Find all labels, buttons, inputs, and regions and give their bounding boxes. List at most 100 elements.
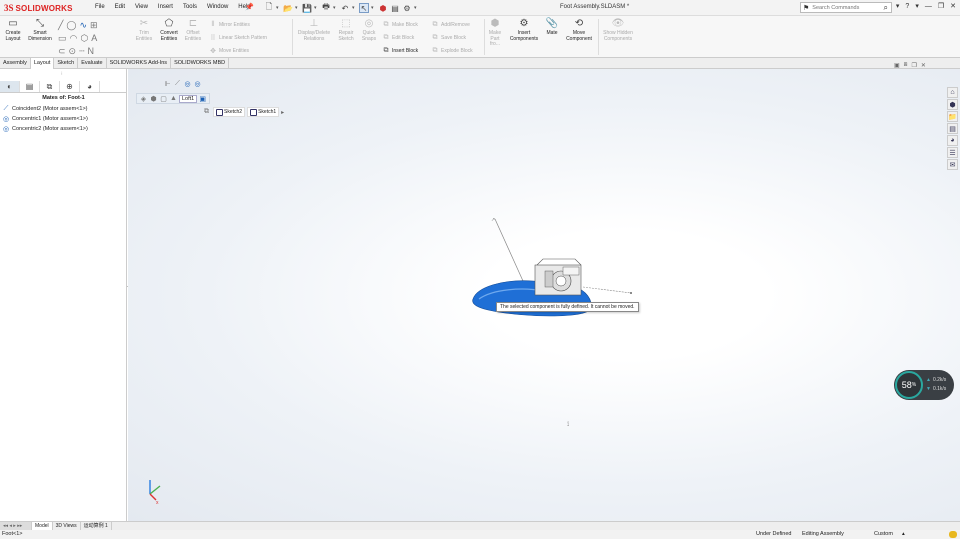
performance-widget[interactable]: 58% ▲ 0.2k/s ▼ 0.1k/s (894, 370, 954, 400)
loft-label[interactable]: Loft1 (179, 94, 198, 103)
select-dropdown-icon[interactable]: ▾ (371, 5, 376, 11)
make-block-button[interactable]: ⧉ Make Block (382, 21, 418, 29)
open-dropdown-icon[interactable]: ▾ (295, 5, 300, 11)
trim-entities-button[interactable]: ✂ Trim Entities (134, 18, 154, 42)
minimize-icon[interactable]: — (925, 3, 932, 10)
mate-item[interactable]: ◎ Concentric1 (Motor assem<1>) (2, 115, 88, 123)
help-dropdown-icon[interactable]: ▾ (915, 2, 919, 10)
save-icon[interactable]: 💾 (302, 3, 312, 13)
rebuild-status-icon[interactable] (949, 531, 957, 538)
part-breadcrumb-icon[interactable]: ▢ (159, 94, 168, 103)
select-arrow-icon[interactable]: ↖ (359, 3, 369, 13)
smart-dimension-button[interactable]: ⤡ Smart Dimension (26, 18, 54, 42)
pin-icon[interactable]: 📌 (245, 3, 254, 11)
flyout-concentric-icon-2[interactable]: ◎ (193, 79, 202, 88)
insert-block-button[interactable]: ⧉ Insert Block (382, 47, 419, 55)
arc-icon[interactable]: ◠ (70, 32, 78, 45)
menu-file[interactable]: File (90, 3, 110, 11)
move-component-button[interactable]: ⟲ Move Component (563, 18, 595, 42)
mate-button[interactable]: 📎 Mate (544, 18, 560, 37)
mate-item[interactable]: ⟋ Coincident2 (Motor assem<1>) (2, 105, 88, 113)
solidworks-resources-icon[interactable]: ⬢ (947, 99, 958, 110)
offset-entities-button[interactable]: ⊏ Offset Entities (183, 18, 203, 42)
display-delete-relations-button[interactable]: ⊥ Display/Delete Relations (295, 18, 333, 42)
tab-evaluate[interactable]: Evaluate (78, 58, 107, 69)
point-icon[interactable]: ⊙ (69, 45, 77, 58)
loft-feature-icon[interactable]: ▲ (169, 94, 178, 103)
configuration-manager-tab-icon[interactable]: ⧉ (40, 81, 60, 92)
property-manager-tab-icon[interactable]: ▤ (20, 81, 40, 92)
repair-sketch-button[interactable]: ⬚ Repair Sketch (336, 18, 356, 42)
file-explorer-icon[interactable]: ▤ (947, 123, 958, 134)
convert-entities-button[interactable]: ⬠ Convert Entities (157, 18, 181, 42)
feature-manager-tab-icon[interactable]: ◐ (0, 81, 20, 92)
search-icon[interactable]: ⌕ (884, 3, 888, 13)
save-block-button[interactable]: ⧉ Save Block (431, 34, 467, 42)
close-icon[interactable]: ✕ (950, 2, 956, 10)
assembly-breadcrumb-icon[interactable]: ◈ (139, 94, 148, 103)
help-button[interactable]: ? (905, 3, 909, 10)
undo-icon[interactable]: ↶ (340, 3, 350, 13)
home-icon[interactable]: ⌂ (947, 87, 958, 98)
menu-tools[interactable]: Tools (178, 3, 202, 11)
menu-view[interactable]: View (130, 3, 153, 11)
grid-snap-icon[interactable]: ⊞ (90, 19, 98, 32)
add-remove-button[interactable]: ⧉ Add/Remove (431, 21, 470, 29)
save-dropdown-icon[interactable]: ▾ (314, 5, 319, 11)
spline-icon[interactable]: ∿ (80, 19, 88, 32)
make-part-from-block-button[interactable]: ⬢ Make Part fro... (486, 18, 504, 48)
quick-snaps-button[interactable]: ◎ Quick Snaps (359, 18, 379, 42)
undo-dropdown-icon[interactable]: ▾ (352, 5, 357, 11)
sketch-item[interactable]: Sketch2 (213, 107, 246, 117)
chevron-right-icon[interactable]: ▸ (281, 109, 284, 116)
tab-sketch[interactable]: Sketch (54, 58, 79, 69)
rebuild-icon[interactable]: ⬢ (378, 3, 388, 13)
edit-block-button[interactable]: ⧉ Edit Block (382, 34, 415, 42)
sketch-item[interactable]: Sketch1 (247, 107, 280, 117)
options-gear-icon[interactable]: ⚙ (402, 3, 412, 13)
search-input[interactable] (809, 4, 880, 11)
rectangle-icon[interactable]: ▭ (58, 32, 67, 45)
new-document-icon[interactable]: 🗋 (264, 2, 274, 13)
plane-icon[interactable]: N (88, 45, 95, 58)
show-hidden-components-button[interactable]: 👁 Show Hidden Components (600, 18, 636, 42)
tab-layout[interactable]: Layout (30, 58, 55, 69)
graphics-area[interactable]: ⊩ ⟋ ◎ ◎ ◈ ⬢ ▢ ▲ Loft1 ▣ ⧉ Sketch2 Sketch… (128, 62, 960, 521)
text-tool-icon[interactable]: A (91, 32, 97, 45)
centerline-icon[interactable]: ┄ (79, 45, 84, 58)
tab-assembly[interactable]: Assembly (0, 58, 31, 69)
view-tile-icon[interactable]: ⧈ (904, 62, 908, 69)
polygon-icon[interactable]: ⬡ (80, 32, 88, 45)
forum-icon[interactable]: ✉ (947, 159, 958, 170)
tab-solidworks-add-ins[interactable]: SOLIDWORKS Add-Ins (107, 58, 172, 69)
panel-drag-handle-icon[interactable]: ⁝ (61, 71, 63, 77)
view-split-icon[interactable]: ▣ (894, 62, 900, 69)
flyout-concentric-icon[interactable]: ◎ (183, 79, 192, 88)
print-dropdown-icon[interactable]: ▾ (333, 5, 338, 11)
menu-insert[interactable]: Insert (153, 3, 178, 11)
component-breadcrumb-icon[interactable]: ⬢ (149, 94, 158, 103)
dimxpert-tab-icon[interactable]: ⊕ (60, 81, 80, 92)
restore-icon[interactable]: ❐ (938, 2, 944, 10)
tab-solidworks-mbd[interactable]: SOLIDWORKS MBD (171, 58, 230, 69)
search-dropdown-icon[interactable]: ▾ (896, 2, 900, 10)
explode-block-button[interactable]: ⧉ Explode Block (431, 47, 473, 55)
file-properties-icon[interactable]: ▤ (390, 3, 400, 13)
linear-sketch-pattern-button[interactable]: ⠿ Linear Sketch Pattern (209, 34, 267, 42)
slot-icon[interactable]: ⊂ (58, 45, 66, 58)
open-icon[interactable]: 📂 (283, 3, 293, 13)
new-dropdown-icon[interactable]: ▾ (276, 5, 281, 11)
custom-properties-icon[interactable]: ☰ (947, 147, 958, 158)
view-restore-icon[interactable]: ❐ (912, 62, 917, 69)
flyout-pin-icon[interactable]: ⊩ (163, 79, 172, 88)
options-dropdown-icon[interactable]: ▾ (414, 5, 419, 11)
appearances-icon[interactable]: ◕ (947, 135, 958, 146)
search-commands[interactable]: ⚑ ⌕ (800, 2, 892, 13)
create-layout-button[interactable]: ▭ Create Layout (2, 18, 24, 42)
print-icon[interactable]: 🖶 (321, 2, 331, 13)
chevron-up-icon[interactable]: ▴ (902, 530, 905, 539)
design-library-icon[interactable]: 📁 (947, 111, 958, 122)
view-close-icon[interactable]: ✕ (921, 62, 926, 69)
insert-components-button[interactable]: ⚙ Insert Components (508, 18, 540, 42)
flyout-sketch-icon[interactable]: ⟋ (173, 79, 182, 88)
